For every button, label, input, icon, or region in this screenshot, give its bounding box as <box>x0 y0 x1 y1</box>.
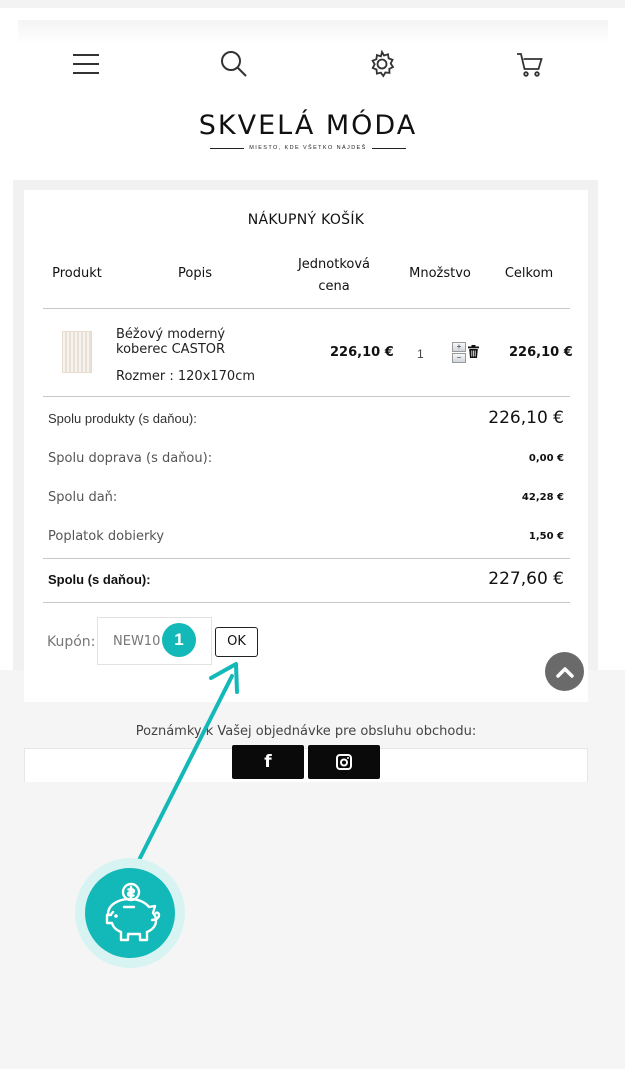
top-strip <box>0 0 625 8</box>
divider-header <box>43 308 570 309</box>
cart-icon[interactable] <box>510 44 550 84</box>
col-header-product: Produkt <box>52 266 102 281</box>
apply-coupon-button[interactable]: OK <box>215 627 258 657</box>
col-header-description: Popis <box>178 266 212 281</box>
col-header-unit-price-line2: cena <box>318 279 350 294</box>
cart-title: NÁKUPNÝ KOŠÍK <box>247 212 365 228</box>
shipping-total-value: 0,00 € <box>528 453 564 464</box>
facebook-icon: f <box>264 752 272 772</box>
products-total-value: 226,10 € <box>488 408 564 428</box>
divider-summary <box>43 558 570 559</box>
grand-total-value: 227,60 € <box>488 569 564 589</box>
facebook-button[interactable]: f <box>232 745 304 779</box>
piggy-bank-icon <box>85 868 175 958</box>
coupon-label: Kupón: <box>47 634 96 650</box>
instagram-icon <box>336 754 352 770</box>
unit-price: 226,10 € <box>330 345 394 360</box>
product-thumbnail[interactable] <box>62 331 92 373</box>
divider-item <box>43 396 570 397</box>
tax-total-value: 42,28 € <box>521 492 564 503</box>
brand-tagline: MIESTO, KDE VŠETKO NÁJDEŠ <box>249 145 367 151</box>
step-badge: 1 <box>162 623 196 657</box>
shipping-total-label: Spolu doprava (s daňou): <box>48 451 213 466</box>
quantity-value: 1 <box>417 347 424 361</box>
brand-tagline-row: MIESTO, KDE VŠETKO NÁJDEŠ <box>160 145 456 151</box>
quantity-stepper: + − <box>452 342 467 364</box>
col-header-quantity: Množstvo <box>409 266 471 281</box>
quantity-decrease-button[interactable]: − <box>452 353 466 363</box>
search-icon[interactable] <box>214 44 254 84</box>
chevron-up-icon <box>555 666 574 678</box>
cod-fee-label: Poplatok dobierky <box>48 529 165 544</box>
brand-logo[interactable]: SKVELÁ MÓDA MIESTO, KDE VŠETKO NÁJDEŠ <box>160 110 456 151</box>
col-header-total: Celkom <box>504 266 554 281</box>
gear-icon[interactable] <box>362 44 402 84</box>
col-header-unit-price-line1: Jednotková <box>297 257 371 272</box>
trash-icon[interactable] <box>468 345 479 363</box>
divider-grand-total <box>43 602 570 603</box>
quantity-increase-button[interactable]: + <box>452 342 466 352</box>
order-notes-label: Poznámky k Vašej objednávke pre obsluhu … <box>135 724 477 739</box>
tax-total-label: Spolu daň: <box>48 490 118 505</box>
tagline-rule-left <box>210 147 245 149</box>
scroll-to-top-button[interactable] <box>545 652 584 691</box>
col-header-unit-price: Jednotková cena <box>284 254 384 298</box>
instagram-button[interactable] <box>308 745 380 779</box>
line-total: 226,10 € <box>509 345 573 360</box>
product-name[interactable]: Béžový moderný koberec CASTOR <box>116 327 276 357</box>
cod-fee-value: 1,50 € <box>528 531 564 542</box>
brand-name: SKVELÁ MÓDA <box>198 110 418 141</box>
menu-icon[interactable] <box>66 44 106 84</box>
header-shadow <box>18 20 608 44</box>
order-notes-field[interactable] <box>24 748 588 782</box>
products-total-label: Spolu produkty (s daňou): <box>48 411 197 426</box>
product-size: Rozmer : 120x170cm <box>116 369 256 384</box>
grand-total-label: Spolu (s daňou): <box>48 572 151 587</box>
tagline-rule-right <box>371 147 406 149</box>
